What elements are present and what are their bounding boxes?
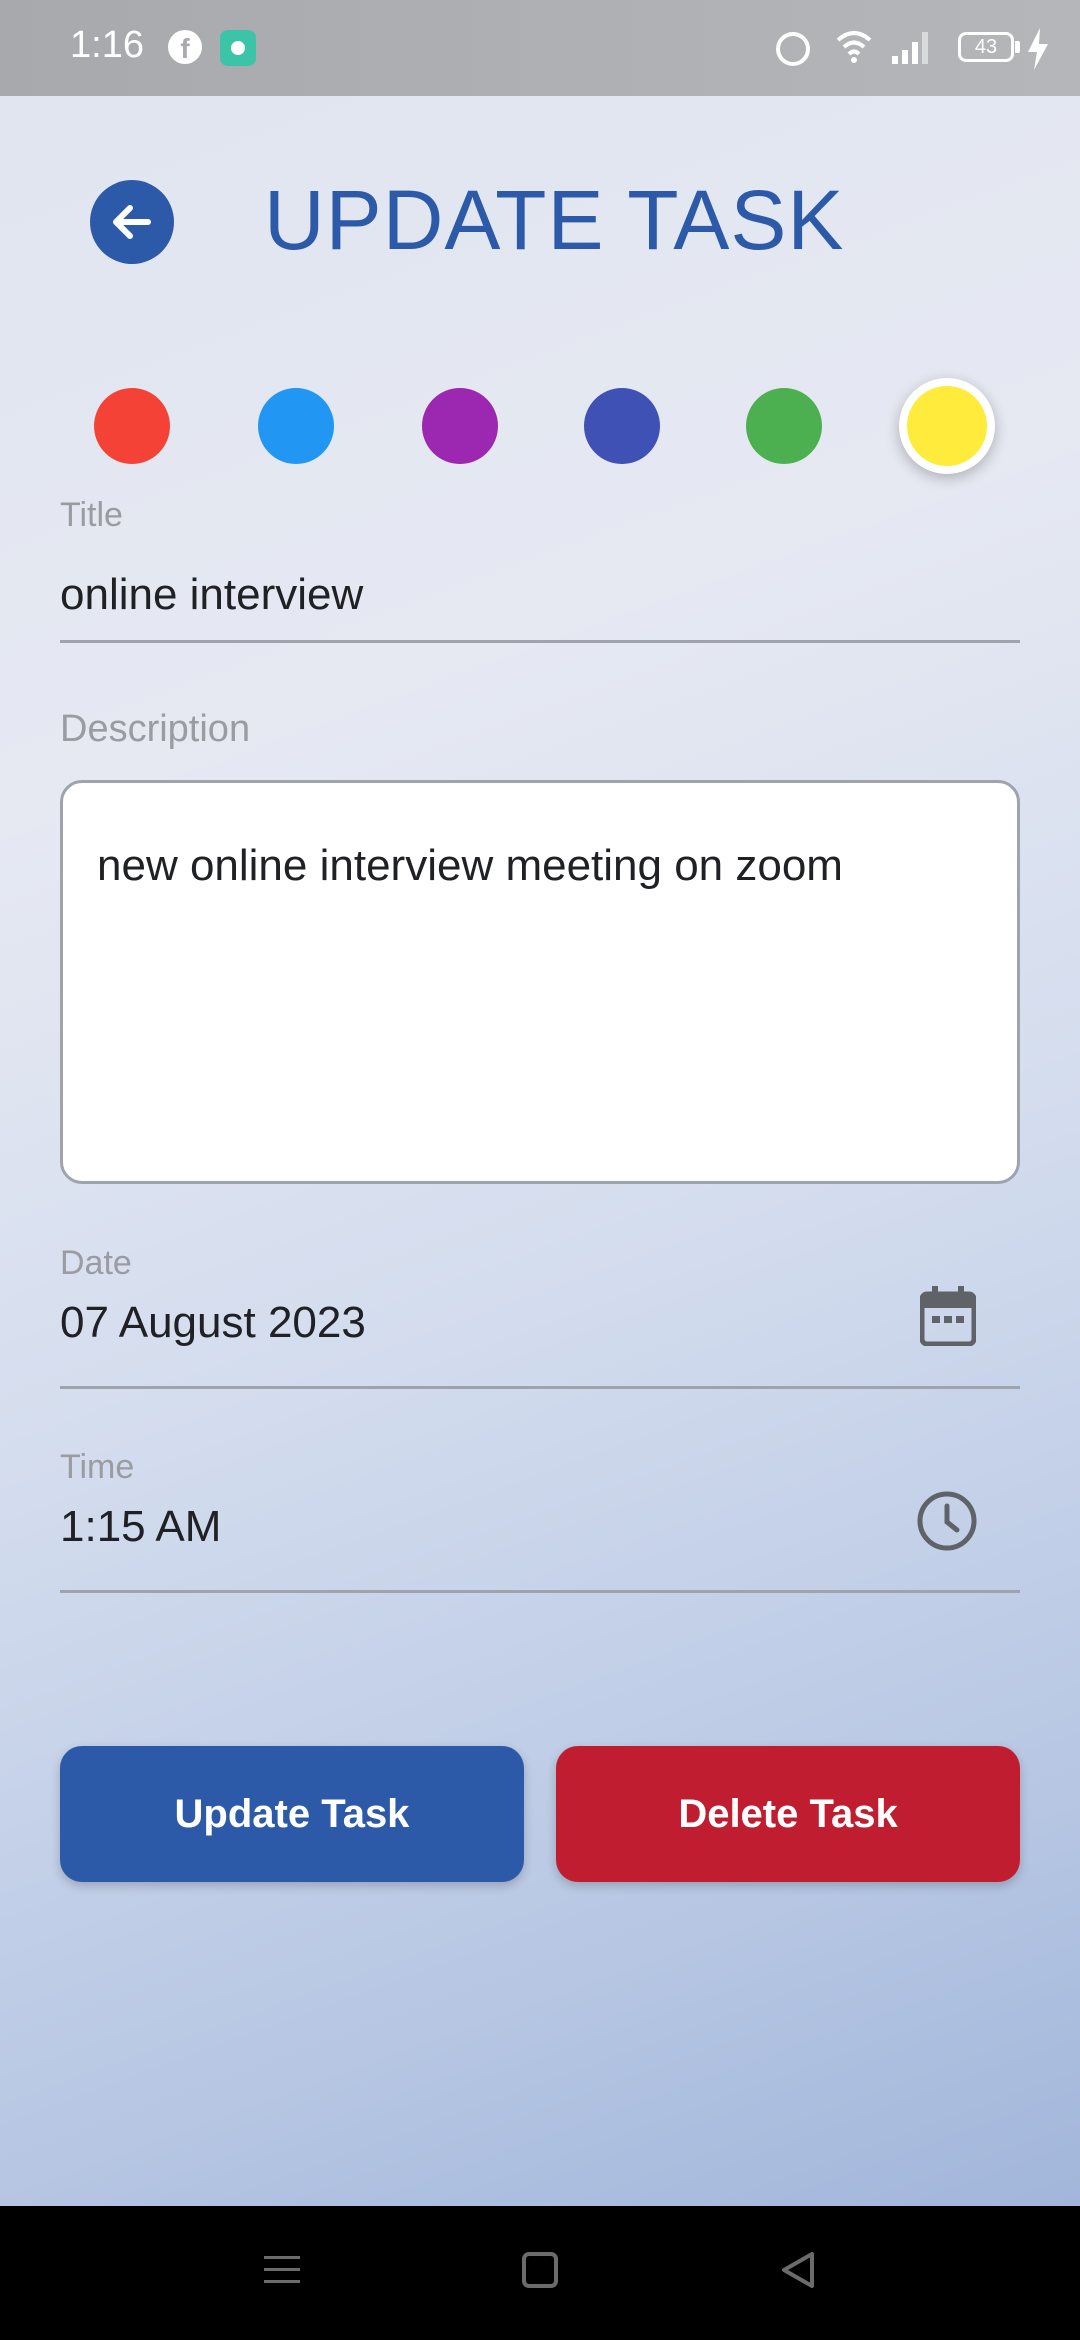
arrow-left-icon (113, 205, 151, 239)
update-task-button[interactable]: Update Task (60, 1746, 524, 1882)
date-label: Date (60, 1244, 132, 1282)
description-textarea[interactable]: new online interview meeting on zoom (60, 780, 1020, 1184)
page-title: UPDATE TASK (264, 173, 845, 267)
menu-icon[interactable] (264, 2252, 300, 2288)
back-icon[interactable] (780, 2250, 816, 2290)
color-option-yellow-selected[interactable] (899, 378, 995, 474)
title-label: Title (60, 496, 123, 534)
status-time: 1:16 (70, 24, 144, 66)
color-option-purple[interactable] (422, 388, 498, 464)
color-option-red[interactable] (94, 388, 170, 464)
signal-icon (892, 32, 928, 64)
title-input[interactable]: online interview (60, 570, 363, 620)
clock-icon[interactable] (916, 1490, 978, 1552)
delete-task-button[interactable]: Delete Task (556, 1746, 1020, 1882)
battery-nub (1015, 41, 1020, 53)
title-underline (60, 640, 1020, 643)
battery-icon: 43 (958, 32, 1014, 62)
color-option-indigo[interactable] (584, 388, 660, 464)
description-label: Description (60, 708, 251, 750)
charging-icon (1028, 28, 1048, 70)
color-option-blue[interactable] (258, 388, 334, 464)
wifi-icon (836, 31, 872, 63)
date-underline (60, 1386, 1020, 1389)
app-notification-icon (220, 30, 256, 66)
description-text: new online interview meeting on zoom (97, 841, 843, 890)
status-bar: 1:16 f 43 (0, 0, 1080, 96)
back-button[interactable] (90, 180, 174, 264)
facebook-icon: f (168, 30, 202, 64)
home-icon[interactable] (522, 2252, 558, 2288)
time-input[interactable]: 1:15 AM (60, 1502, 221, 1552)
system-navigation-bar (0, 2206, 1080, 2340)
calendar-icon[interactable] (920, 1286, 976, 1346)
alarm-icon (776, 32, 810, 66)
date-input[interactable]: 07 August 2023 (60, 1298, 366, 1348)
color-option-green[interactable] (746, 388, 822, 464)
time-underline (60, 1590, 1020, 1593)
time-label: Time (60, 1448, 135, 1486)
battery-level: 43 (974, 36, 998, 58)
